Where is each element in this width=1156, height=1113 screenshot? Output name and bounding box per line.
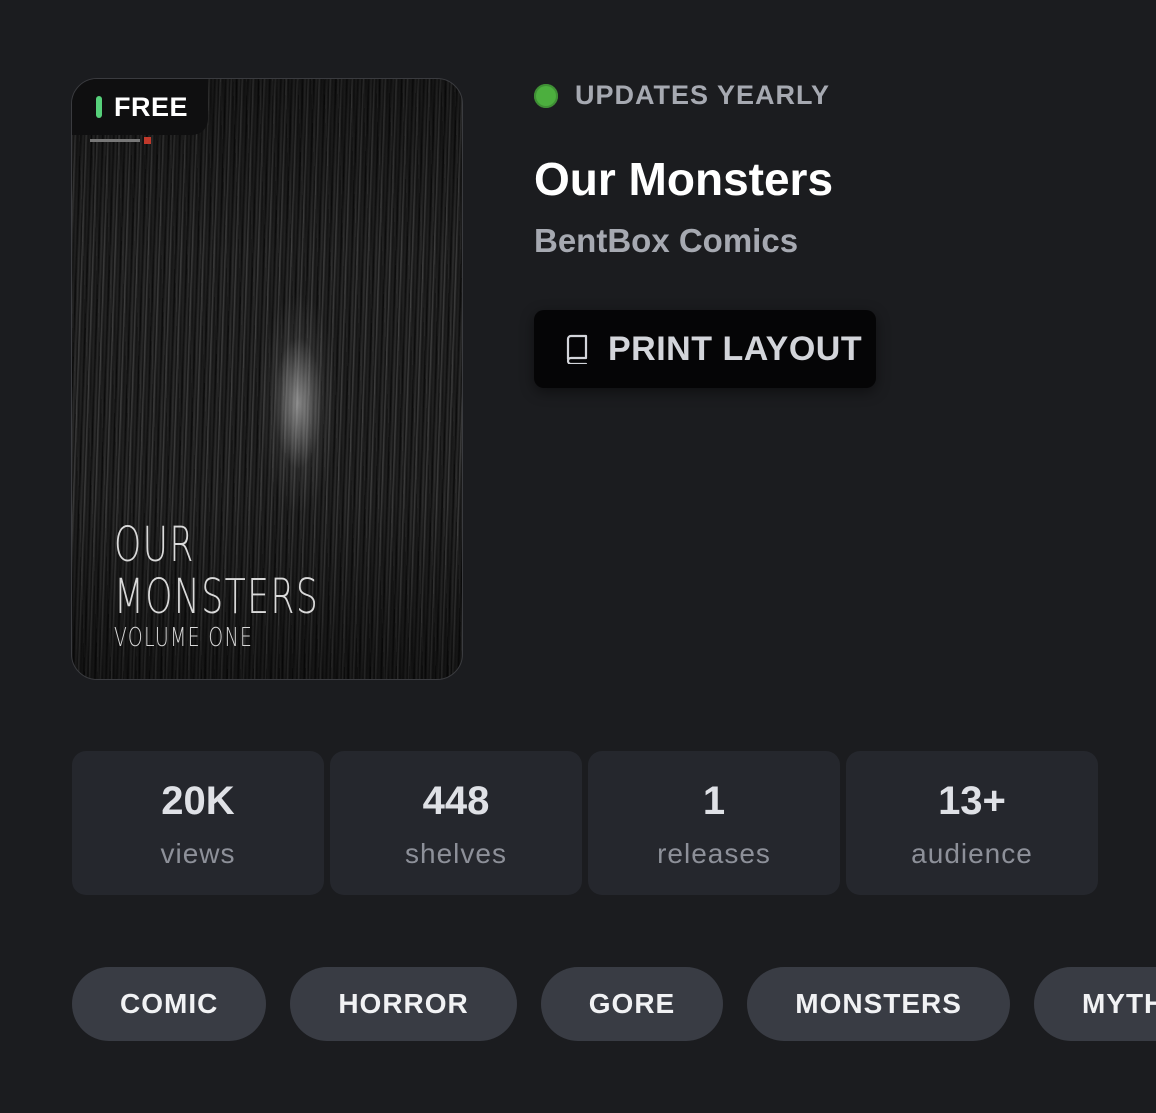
print-layout-button[interactable]: PRINT LAYOUT (534, 310, 876, 388)
cover-title-line3: VOLUME ONE (114, 623, 254, 653)
tag-chip[interactable]: HORROR (290, 967, 517, 1041)
stat-value: 13+ (938, 779, 1006, 823)
status-text: UPDATES YEARLY (575, 80, 831, 110)
free-indicator (96, 96, 102, 118)
stat-value: 1 (702, 779, 726, 823)
stat-value: 448 (422, 779, 490, 823)
tag-chip[interactable]: COMIC (72, 967, 267, 1041)
status-dot-icon (534, 83, 558, 108)
tag-list: COMIC HORROR GORE MONSTERS MYTHOLOGY (72, 967, 1156, 1041)
free-label: FREE (114, 91, 189, 122)
cover-image[interactable]: FREE OUR MONSTERS VOLUME ONE (71, 78, 463, 680)
cover-title-line1: OUR (114, 517, 195, 573)
book-icon (566, 334, 588, 364)
free-badge: FREE (72, 79, 209, 135)
tag-chip[interactable]: MONSTERS (747, 967, 1010, 1041)
stat-views: 20K views (72, 751, 324, 895)
cover-title: OUR MONSTERS VOLUME ONE (114, 519, 399, 653)
stat-label: views (160, 838, 236, 869)
stat-label: audience (911, 838, 1033, 869)
stat-value: 20K (161, 779, 235, 823)
book-title: Our Monsters (534, 153, 834, 205)
stat-label: shelves (405, 838, 507, 869)
stat-label: releases (657, 838, 771, 869)
stat-shelves: 448 shelves (330, 751, 582, 895)
update-status: UPDATES YEARLY (534, 80, 830, 111)
cover-credits (90, 137, 151, 161)
stats-row: 20K views 448 shelves 1 releases 13+ aud… (72, 751, 1098, 895)
stat-releases: 1 releases (588, 751, 840, 895)
publisher-link[interactable]: BentBox Comics (534, 222, 798, 260)
tag-chip[interactable]: MYTHOLOGY (1033, 967, 1156, 1041)
print-layout-label: PRINT LAYOUT (608, 329, 863, 368)
tag-chip[interactable]: GORE (540, 967, 724, 1041)
stat-audience: 13+ audience (846, 751, 1098, 895)
cover-title-line2: MONSTERS (114, 569, 320, 625)
book-detail-page: FREE OUR MONSTERS VOLUME ONE UPDATES YEA… (0, 0, 1156, 1113)
